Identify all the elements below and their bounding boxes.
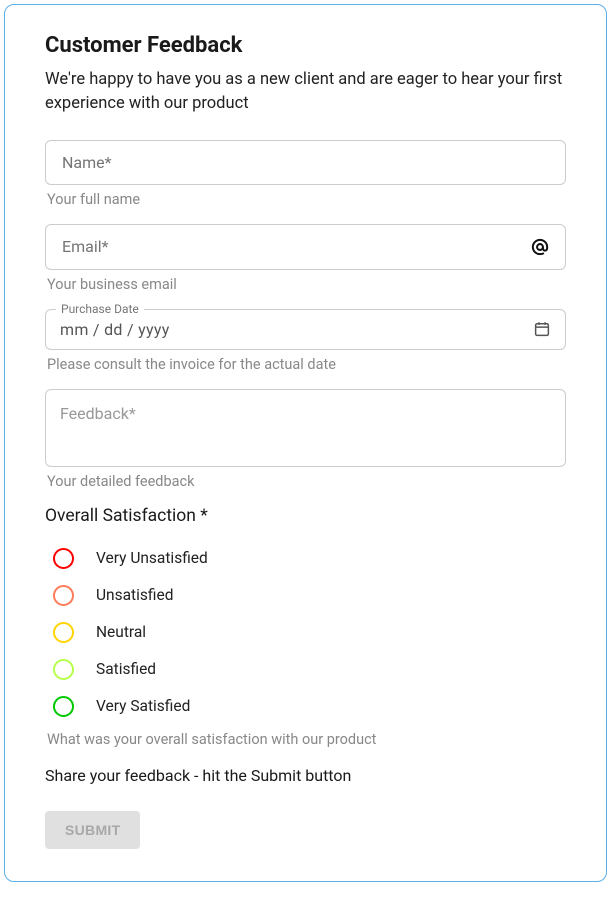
satisfaction-label: Overall Satisfaction * [45, 506, 566, 526]
satisfaction-option[interactable]: Neutral [45, 614, 566, 651]
satisfaction-option[interactable]: Very Unsatisfied [45, 540, 566, 577]
purchase-date-input-wrap[interactable]: Purchase Date mm / dd / yyyy [45, 309, 566, 350]
purchase-date-field: Purchase Date mm / dd / yyyy Please cons… [45, 309, 566, 373]
radio-label: Very Unsatisfied [96, 549, 208, 567]
name-field: Your full name [45, 140, 566, 208]
radio-icon[interactable] [53, 622, 74, 643]
radio-icon[interactable] [53, 659, 74, 680]
page-subtitle: We're happy to have you as a new client … [45, 68, 566, 116]
name-input-wrap[interactable] [45, 140, 566, 185]
satisfaction-option[interactable]: Very Satisfied [45, 688, 566, 725]
at-icon [529, 236, 551, 258]
satisfaction-hint: What was your overall satisfaction with … [47, 731, 566, 748]
radio-label: Satisfied [96, 660, 156, 678]
radio-icon[interactable] [53, 585, 74, 606]
feedback-placeholder: Feedback* [60, 404, 136, 423]
feedback-hint: Your detailed feedback [47, 473, 566, 490]
radio-icon[interactable] [53, 548, 74, 569]
name-hint: Your full name [47, 191, 566, 208]
email-field: Your business email [45, 224, 566, 293]
purchase-date-input[interactable]: mm / dd / yyyy [60, 320, 170, 339]
feedback-field: Feedback* Your detailed feedback [45, 389, 566, 490]
email-input-wrap[interactable] [45, 224, 566, 270]
radio-label: Very Satisfied [96, 697, 190, 715]
satisfaction-group: Very Unsatisfied Unsatisfied Neutral Satisf… [45, 540, 566, 725]
feedback-card: Customer Feedback We're happy to have yo… [4, 4, 607, 882]
purchase-date-label: Purchase Date [56, 302, 144, 316]
radio-icon[interactable] [53, 696, 74, 717]
email-hint: Your business email [47, 276, 566, 293]
email-input[interactable] [60, 236, 529, 257]
satisfaction-option[interactable]: Unsatisfied [45, 577, 566, 614]
satisfaction-option[interactable]: Satisfied [45, 651, 566, 688]
page-title: Customer Feedback [45, 33, 566, 58]
radio-label: Unsatisfied [96, 586, 173, 604]
submit-button[interactable]: SUBMIT [45, 811, 140, 849]
calendar-icon[interactable] [533, 320, 551, 338]
feedback-input[interactable]: Feedback* [45, 389, 566, 467]
radio-label: Neutral [96, 623, 146, 641]
purchase-date-hint: Please consult the invoice for the actua… [47, 356, 566, 373]
name-input[interactable] [60, 152, 551, 173]
share-line: Share your feedback - hit the Submit but… [45, 766, 566, 785]
